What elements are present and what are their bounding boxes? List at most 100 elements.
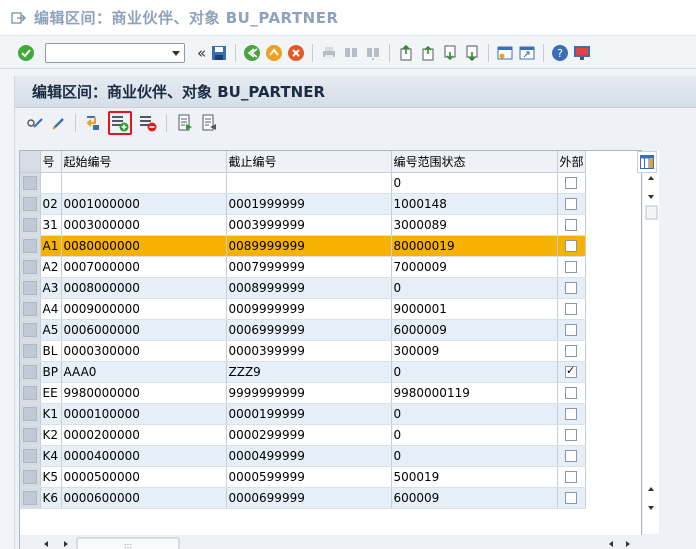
row-selector[interactable] — [20, 256, 41, 278]
table-row[interactable]: K1 0000100000 0000199999 0 — [20, 403, 586, 425]
row-selector[interactable] — [20, 214, 41, 236]
external-checkbox[interactable] — [565, 450, 577, 462]
last-page-icon[interactable] — [462, 43, 482, 63]
column-header-to[interactable]: 截止编号 — [226, 151, 392, 173]
table-row[interactable]: 0 — [20, 172, 586, 194]
row-selector[interactable] — [20, 466, 41, 488]
create-session-icon[interactable] — [495, 43, 515, 63]
cell-status[interactable]: 0 — [391, 424, 558, 446]
cell-status[interactable]: 6000009 — [391, 319, 558, 341]
cell-status[interactable]: 80000019 — [391, 235, 558, 257]
cancel-icon[interactable] — [286, 43, 306, 63]
external-checkbox[interactable] — [565, 261, 577, 273]
cell-to[interactable]: 0000199999 — [226, 403, 392, 425]
cell-to[interactable]: 0001999999 — [226, 193, 392, 215]
export-icon[interactable] — [175, 113, 195, 133]
table-row[interactable]: BP AAA0 ZZZ9 0 — [20, 361, 586, 383]
collapse-toolbar-icon[interactable]: « — [197, 44, 206, 62]
cell-no[interactable]: K5 — [40, 466, 62, 488]
column-header-no[interactable]: 号 — [40, 151, 62, 173]
row-selector[interactable] — [20, 319, 41, 341]
cell-from[interactable]: 0007000000 — [61, 256, 227, 278]
external-checkbox[interactable] — [565, 492, 577, 504]
cell-to[interactable]: 0000499999 — [226, 445, 392, 467]
cell-to[interactable]: 0006999999 — [226, 319, 392, 341]
cell-no[interactable]: K6 — [40, 487, 62, 509]
cell-from[interactable]: 0009000000 — [61, 298, 227, 320]
exit-screen-icon[interactable] — [10, 10, 26, 26]
row-selector[interactable] — [20, 424, 41, 446]
cell-from[interactable]: 0000500000 — [61, 466, 227, 488]
delete-line-icon[interactable] — [138, 113, 158, 133]
cell-status[interactable]: 500019 — [391, 466, 558, 488]
cell-status[interactable]: 3000089 — [391, 214, 558, 236]
cell-from[interactable]: 0006000000 — [61, 319, 227, 341]
cell-from[interactable]: 0000200000 — [61, 424, 227, 446]
cell-to[interactable] — [226, 172, 392, 194]
cell-from[interactable]: 0000400000 — [61, 445, 227, 467]
cell-status[interactable]: 0 — [391, 445, 558, 467]
cell-no[interactable]: K4 — [40, 445, 62, 467]
external-checkbox[interactable] — [565, 219, 577, 231]
cell-no[interactable]: BP — [40, 361, 62, 383]
cell-status[interactable]: 300009 — [391, 340, 558, 362]
table-row[interactable]: A2 0007000000 0007999999 7000009 — [20, 256, 586, 278]
row-selector[interactable] — [20, 277, 41, 299]
table-row[interactable]: 02 0001000000 0001999999 1000148 — [20, 193, 586, 215]
cell-no[interactable]: 31 — [40, 214, 62, 236]
column-header-from[interactable]: 起始编号 — [61, 151, 227, 173]
cell-no[interactable]: A1 — [40, 235, 62, 257]
external-checkbox[interactable] — [565, 429, 577, 441]
find-icon[interactable] — [341, 43, 361, 63]
cell-no[interactable]: 02 — [40, 193, 62, 215]
chevron-down-icon[interactable] — [172, 50, 180, 56]
cell-to[interactable]: 0007999999 — [226, 256, 392, 278]
table-row[interactable]: A1 0080000000 0089999999 80000019 — [20, 235, 586, 257]
row-selector[interactable] — [20, 235, 41, 257]
cell-status[interactable]: 0 — [391, 172, 558, 194]
cell-from[interactable]: 0008000000 — [61, 277, 227, 299]
cell-status[interactable]: 9000001 — [391, 298, 558, 320]
column-header-status[interactable]: 编号范围状态 — [391, 151, 558, 173]
cell-from[interactable]: AAA0 — [61, 361, 227, 383]
table-row[interactable]: 31 0003000000 0003999999 3000089 — [20, 214, 586, 236]
first-page-icon[interactable] — [396, 43, 416, 63]
column-header-external[interactable]: 外部 — [557, 151, 586, 173]
cell-to[interactable]: 0000599999 — [226, 466, 392, 488]
external-checkbox[interactable] — [565, 324, 577, 336]
print-icon[interactable] — [319, 43, 339, 63]
table-row[interactable]: A4 0009000000 0009999999 9000001 — [20, 298, 586, 320]
cell-no[interactable]: A4 — [40, 298, 62, 320]
save-icon[interactable] — [209, 43, 229, 63]
interval-status-icon[interactable] — [82, 113, 102, 133]
cell-from[interactable]: 0000600000 — [61, 487, 227, 509]
previous-page-icon[interactable] — [418, 43, 438, 63]
table-row[interactable]: K5 0000500000 0000599999 500019 — [20, 466, 586, 488]
external-checkbox[interactable] — [565, 387, 577, 399]
find-next-icon[interactable] — [363, 43, 383, 63]
cell-from[interactable]: 0080000000 — [61, 235, 227, 257]
cell-from[interactable]: 9980000000 — [61, 382, 227, 404]
cell-status[interactable]: 0 — [391, 361, 558, 383]
cell-to[interactable]: 0008999999 — [226, 277, 392, 299]
cell-no[interactable]: K1 — [40, 403, 62, 425]
row-selector[interactable] — [20, 172, 41, 194]
import-icon[interactable] — [199, 113, 219, 133]
external-checkbox[interactable] — [565, 282, 577, 294]
table-row[interactable]: K2 0000200000 0000299999 0 — [20, 424, 586, 446]
cell-from[interactable]: 0000100000 — [61, 403, 227, 425]
external-checkbox[interactable] — [565, 303, 577, 315]
row-selector[interactable] — [20, 403, 41, 425]
external-checkbox[interactable] — [565, 364, 577, 378]
cell-from[interactable]: 0003000000 — [61, 214, 227, 236]
cell-no[interactable]: BL — [40, 340, 62, 362]
cell-status[interactable]: 0 — [391, 277, 558, 299]
cell-to[interactable]: 0000299999 — [226, 424, 392, 446]
cell-from[interactable]: 0001000000 — [61, 193, 227, 215]
row-selector[interactable] — [20, 382, 41, 404]
table-row[interactable]: EE 9980000000 9999999999 9980000119 — [20, 382, 586, 404]
enter-icon[interactable] — [16, 43, 36, 63]
cell-no[interactable]: A5 — [40, 319, 62, 341]
back-icon[interactable] — [242, 43, 262, 63]
next-page-icon[interactable] — [440, 43, 460, 63]
